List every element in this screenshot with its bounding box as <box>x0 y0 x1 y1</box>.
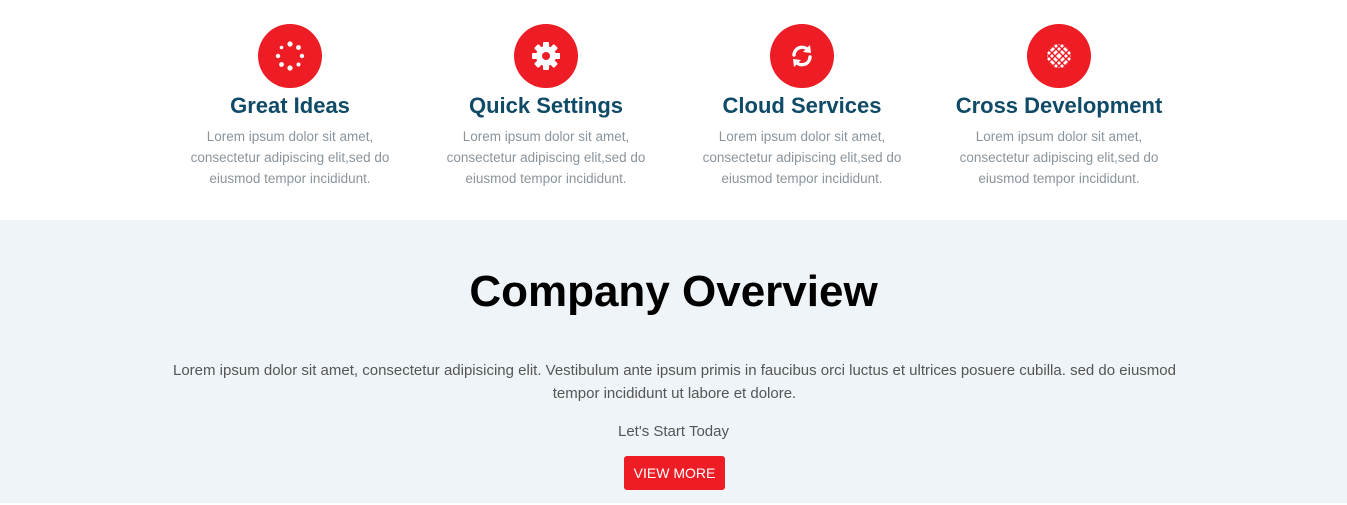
spinner-icon <box>258 24 322 88</box>
feature-title: Cloud Services <box>722 93 882 118</box>
feature-cloud-services: Cloud Services Lorem ipsum dolor sit ame… <box>682 24 922 189</box>
feature-cross-development: Cross Development Lorem ipsum dolor sit … <box>939 24 1179 189</box>
feature-title: Great Ideas <box>230 93 350 118</box>
feature-text: Lorem ipsum dolor sit amet, consectetur … <box>446 129 646 186</box>
company-overview-section: Company Overview Lorem ipsum dolor sit a… <box>0 220 1347 503</box>
section-title: Company Overview <box>469 267 878 316</box>
feature-text: Lorem ipsum dolor sit amet, consectetur … <box>959 129 1159 186</box>
view-more-button[interactable]: VIEW MORE <box>624 456 725 490</box>
overview-description: Lorem ipsum dolor sit amet, consectetur … <box>173 362 1176 402</box>
grid-globe-icon <box>1027 24 1091 88</box>
features-section: Great Ideas Lorem ipsum dolor sit amet, … <box>0 0 1347 220</box>
feature-quick-settings: Quick Settings Lorem ipsum dolor sit ame… <box>426 24 666 189</box>
feature-title: Cross Development <box>955 93 1163 118</box>
feature-text: Lorem ipsum dolor sit amet, consectetur … <box>702 129 902 186</box>
feature-title: Quick Settings <box>468 93 624 118</box>
feature-text: Lorem ipsum dolor sit amet, consectetur … <box>190 129 390 186</box>
feature-great-ideas: Great Ideas Lorem ipsum dolor sit amet, … <box>170 24 410 189</box>
cta-text: Let's Start Today <box>618 423 729 440</box>
refresh-icon <box>770 24 834 88</box>
gear-icon <box>514 24 578 88</box>
